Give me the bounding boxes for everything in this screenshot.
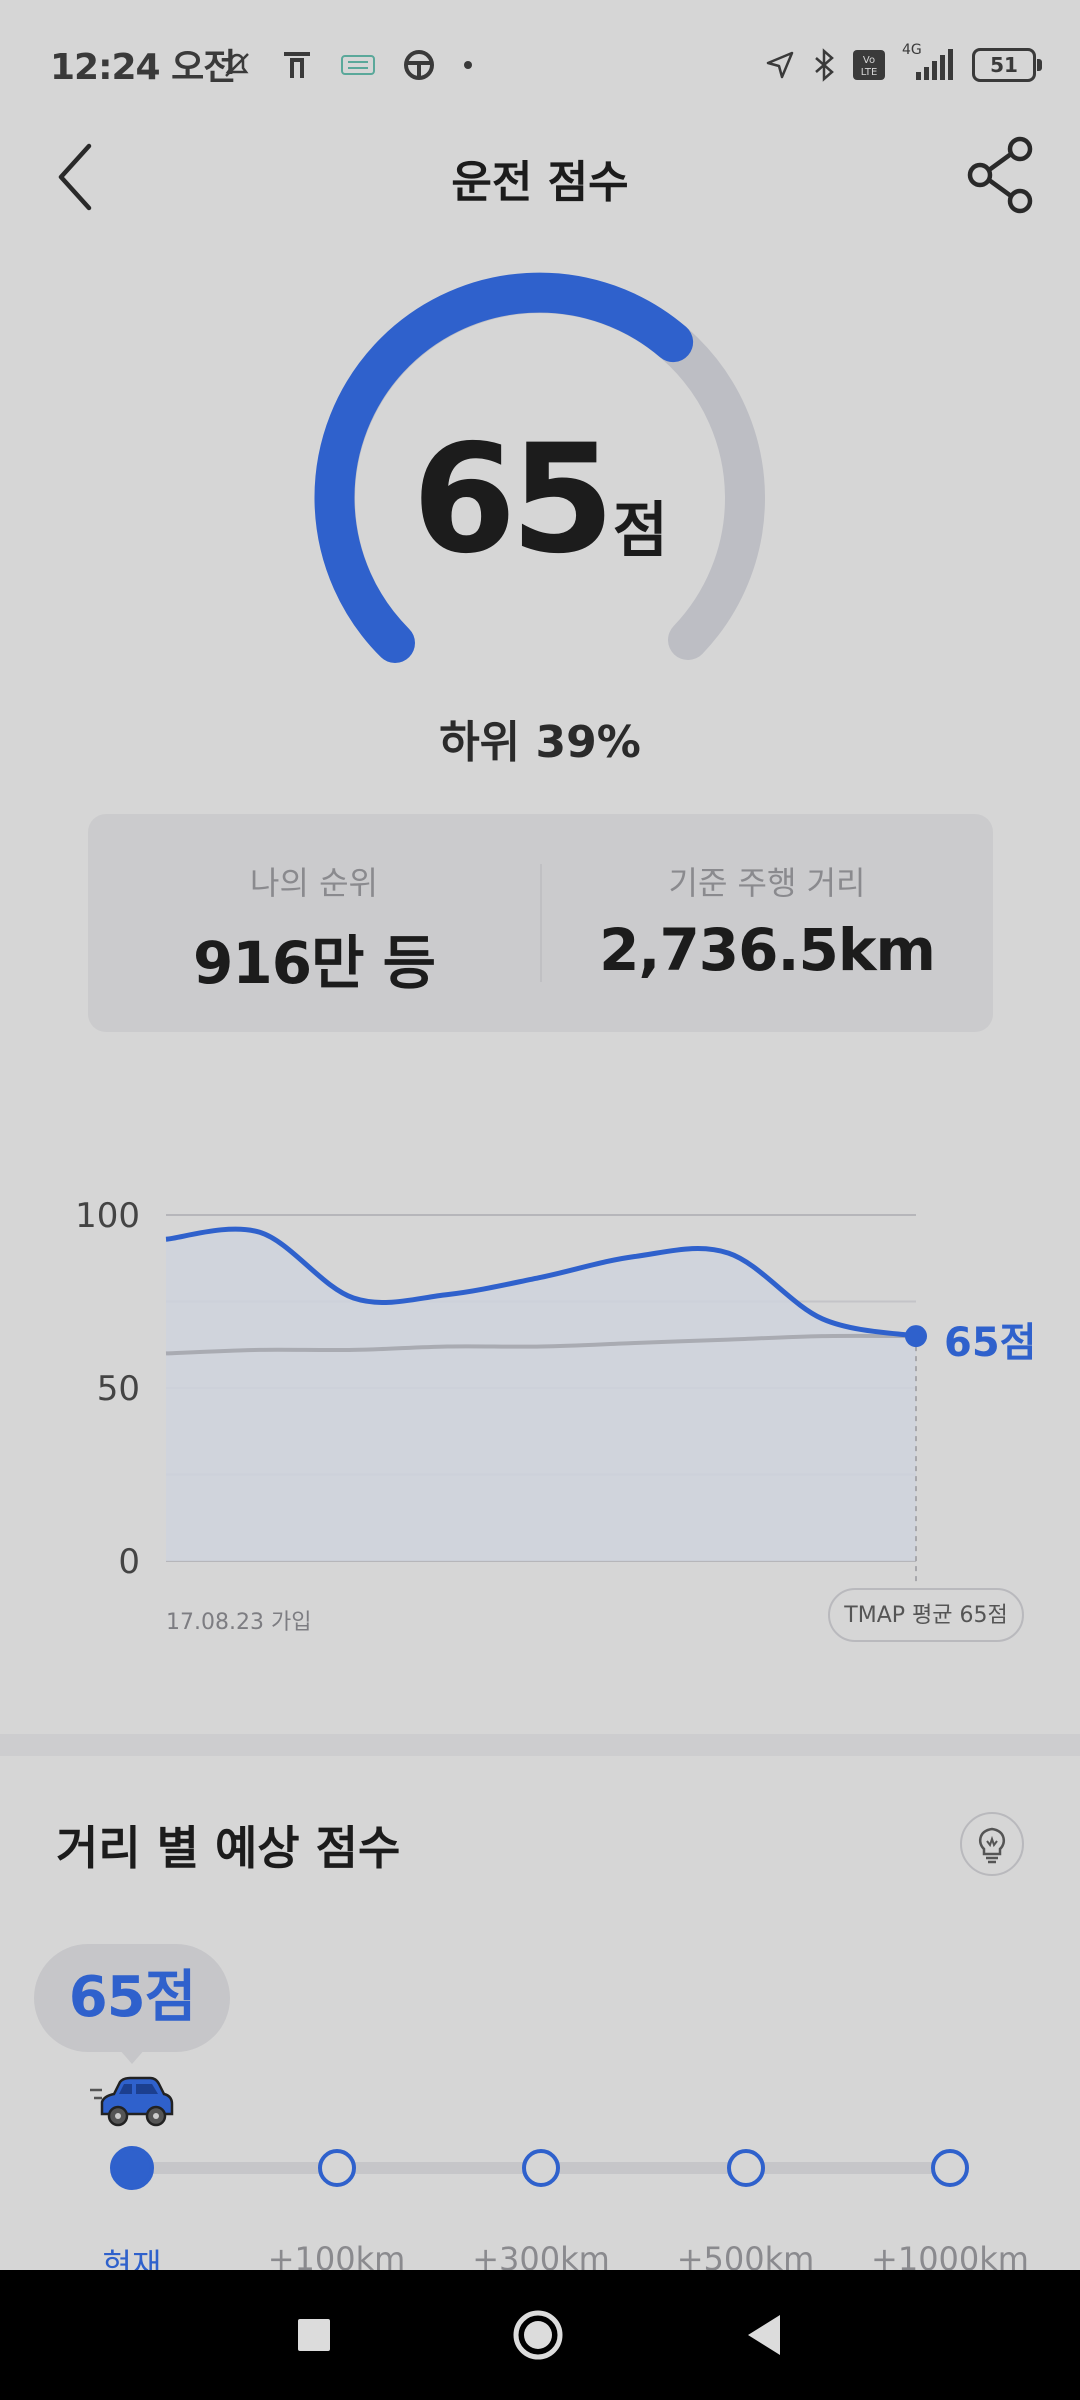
distance-value: 2,736.5km — [599, 916, 936, 984]
y-tick-label: 50 — [97, 1369, 140, 1409]
back-nav-icon[interactable] — [744, 2313, 784, 2357]
status-icons-left — [220, 40, 474, 90]
rank-stat: 나의 순위 916만 등 — [88, 814, 540, 1032]
section-separator — [0, 1734, 1080, 1756]
distance-step-node[interactable] — [931, 2149, 969, 2187]
score-unit: 점 — [612, 496, 668, 566]
svg-text:Vo: Vo — [863, 55, 875, 66]
volte-icon: VoLTE — [853, 50, 885, 80]
app-icon — [341, 55, 375, 75]
stats-card: 나의 순위 916만 등 기준 주행 거리 2,736.5km — [88, 814, 993, 1032]
status-icons-right: Vo LTE 4G 51 — [764, 40, 1042, 90]
tmap-icon — [284, 52, 310, 78]
battery-icon: 51 — [972, 48, 1042, 82]
dot-icon — [464, 61, 472, 69]
current-score-point — [905, 1325, 927, 1348]
y-tick-label: 100 — [75, 1196, 140, 1236]
signal-icon — [916, 49, 953, 80]
recent-apps-icon[interactable] — [296, 2317, 332, 2353]
score-value: 65 — [412, 413, 615, 587]
distance-label: 기준 주행 거리 — [668, 864, 866, 902]
score-display: 65점 — [0, 420, 1080, 580]
section-title: 거리 별 예상 점수 — [56, 1821, 401, 1875]
y-tick-label: 0 — [118, 1542, 140, 1582]
distance-step-node[interactable] — [110, 2146, 154, 2190]
rank-label: 나의 순위 — [250, 864, 378, 902]
bell-mute-icon — [225, 53, 249, 77]
tip-button[interactable] — [960, 1812, 1024, 1876]
location-icon — [766, 51, 794, 79]
distance-step-node[interactable] — [726, 2149, 765, 2187]
lightbulb-icon — [978, 1827, 1006, 1864]
percentile-text: 하위 39% — [439, 717, 641, 768]
joined-date-label: 17.08.23 가입 — [166, 1610, 312, 1635]
bluetooth-icon — [815, 48, 834, 82]
tmap-average-badge[interactable]: TMAP 평균 65점 — [828, 1588, 1024, 1642]
share-icon — [967, 136, 1033, 214]
car-icon — [90, 2076, 174, 2127]
distance-step-node[interactable] — [522, 2149, 560, 2187]
steering-wheel-icon — [404, 50, 434, 80]
navigation-bar — [0, 2270, 1080, 2400]
bubble-tail — [118, 2048, 146, 2064]
status-time: 12:24 오전 — [50, 47, 236, 88]
rank-value: 916만 등 — [193, 929, 436, 997]
home-icon[interactable] — [512, 2309, 564, 2361]
distance-step-node[interactable] — [317, 2149, 356, 2187]
predicted-score-bubble: 65점 — [34, 1944, 230, 2052]
page-title: 운전 점수 — [451, 157, 629, 208]
current-score-label: 65점 — [944, 1320, 1037, 1366]
signal-indicator: 4G — [902, 42, 956, 82]
svg-text:LTE: LTE — [861, 67, 878, 78]
share-button[interactable] — [956, 130, 1046, 220]
distance-stat: 기준 주행 거리 2,736.5km — [541, 814, 993, 1032]
